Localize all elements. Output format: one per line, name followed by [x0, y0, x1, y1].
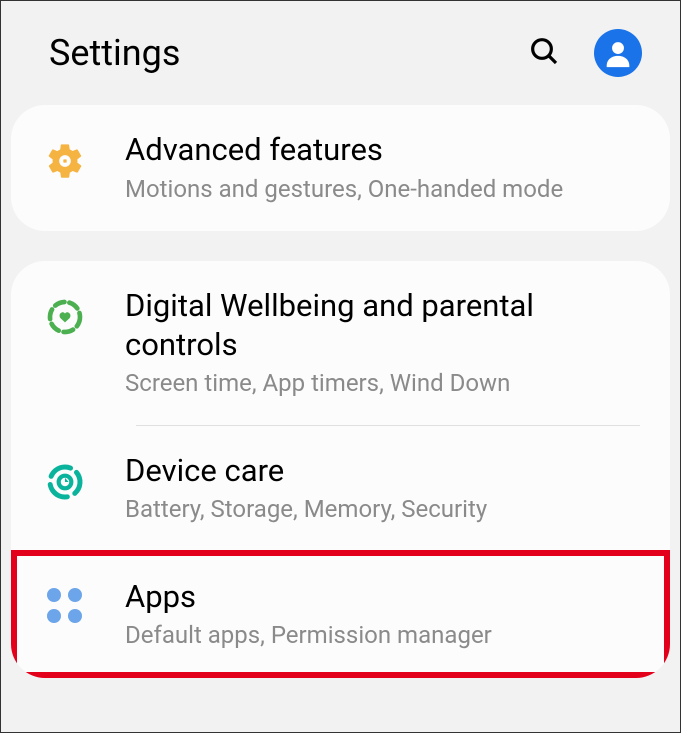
item-text: Device care Battery, Storage, Memory, Se… [125, 452, 640, 526]
item-subtitle: Motions and gestures, One-handed mode [125, 174, 640, 205]
header-actions [528, 29, 642, 77]
apps-icon [41, 578, 89, 624]
settings-group-1: Advanced features Motions and gestures, … [11, 105, 670, 231]
settings-group-2: Digital Wellbeing and parental controls … [11, 261, 670, 678]
page-title: Settings [49, 32, 508, 74]
digital-wellbeing-icon [41, 287, 89, 337]
item-subtitle: Battery, Storage, Memory, Security [125, 494, 640, 525]
item-title: Device care [125, 452, 640, 491]
item-title: Advanced features [125, 131, 640, 170]
settings-item-apps[interactable]: Apps Default apps, Permission manager [11, 552, 670, 678]
item-text: Digital Wellbeing and parental controls … [125, 287, 640, 400]
account-avatar[interactable] [594, 29, 642, 77]
item-text: Apps Default apps, Permission manager [125, 578, 640, 652]
item-title: Digital Wellbeing and parental controls [125, 287, 640, 365]
item-subtitle: Screen time, App timers, Wind Down [125, 368, 640, 399]
item-subtitle: Default apps, Permission manager [125, 620, 640, 651]
settings-header: Settings [1, 1, 680, 105]
search-icon[interactable] [528, 35, 560, 71]
advanced-features-icon [41, 131, 89, 181]
highlighted-item: Apps Default apps, Permission manager [11, 552, 670, 678]
item-title: Apps [125, 578, 640, 617]
item-text: Advanced features Motions and gestures, … [125, 131, 640, 205]
settings-item-digital-wellbeing[interactable]: Digital Wellbeing and parental controls … [11, 261, 670, 426]
settings-item-device-care[interactable]: Device care Battery, Storage, Memory, Se… [11, 426, 670, 552]
device-care-icon [41, 452, 89, 502]
settings-item-advanced-features[interactable]: Advanced features Motions and gestures, … [11, 105, 670, 231]
